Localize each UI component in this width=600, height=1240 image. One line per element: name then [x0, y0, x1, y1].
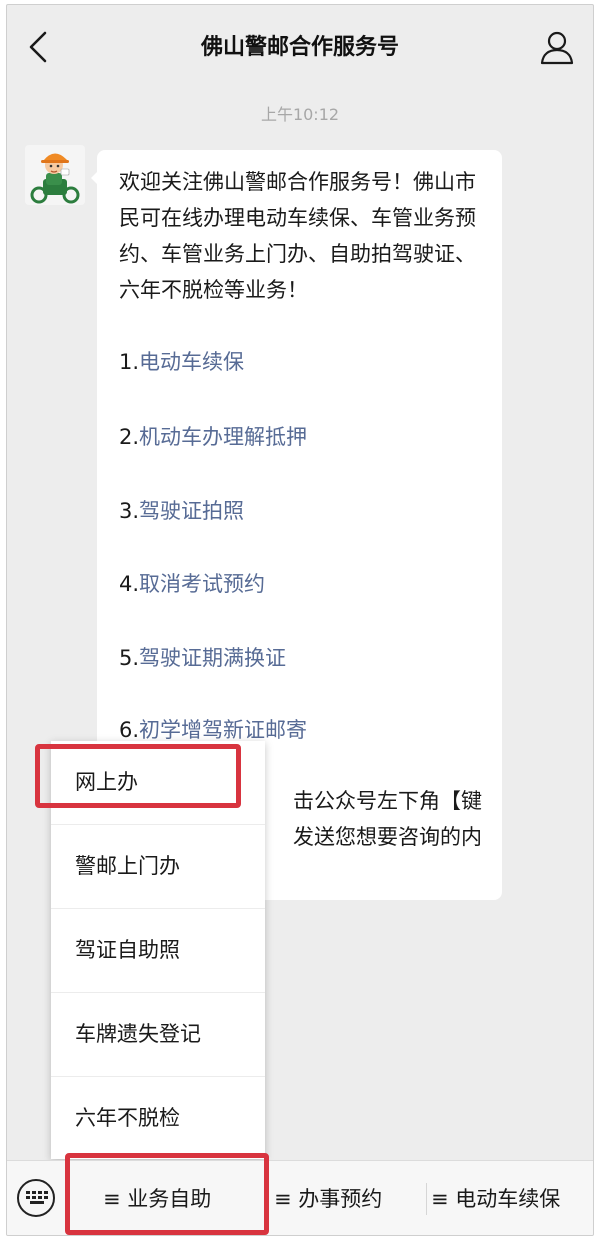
menu-item-label: 网上办: [75, 770, 138, 794]
link-item-3[interactable]: 3.驾驶证拍照: [119, 496, 244, 526]
top-bar: 佛山警邮合作服务号: [7, 5, 593, 89]
menu-item-label: 驾证自助照: [75, 938, 180, 962]
link-number: 5.: [119, 646, 140, 670]
person-icon: [540, 31, 574, 65]
menu-item-license-photo[interactable]: 驾证自助照: [51, 908, 265, 992]
link-number: 1.: [119, 350, 140, 374]
menu-divider: [67, 1183, 68, 1215]
link-number: 4.: [119, 572, 140, 596]
link-item-5[interactable]: 5.驾驶证期满换证: [119, 643, 286, 673]
link-item-2[interactable]: 2.机动车办理解抵押: [119, 422, 307, 452]
menu-item-home-service[interactable]: 警邮上门办: [51, 824, 265, 908]
link-item-1[interactable]: 1.电动车续保: [119, 347, 244, 377]
profile-button[interactable]: [537, 27, 577, 67]
account-avatar[interactable]: [25, 145, 85, 205]
welcome-text: 欢迎关注佛山警邮合作服务号！佛山市民可在线办理电动车续保、车管业务预约、车管业务…: [119, 170, 476, 302]
menu-tab-label: ≡ 电动车续保: [431, 1187, 561, 1211]
link-renew-license[interactable]: 驾驶证期满换证: [139, 646, 286, 670]
menu-tab-label: ≡ 业务自助: [103, 1187, 212, 1211]
page-title: 佛山警邮合作服务号: [200, 35, 399, 60]
link-release-vehicle-mortgage[interactable]: 机动车办理解抵押: [139, 425, 307, 449]
keyboard-toggle-button[interactable]: [17, 1179, 55, 1217]
link-license-photo[interactable]: 驾驶证拍照: [139, 499, 244, 523]
menu-item-label: 车牌遗失登记: [75, 1022, 201, 1046]
menu-item-online[interactable]: 网上办: [51, 741, 265, 824]
menu-tab-appointment[interactable]: ≡ 办事预约: [266, 1161, 426, 1235]
message-timestamp: 上午10:12: [260, 105, 340, 124]
menu-tab-self-service[interactable]: ≡ 业务自助: [69, 1161, 265, 1235]
postman-mascot-icon: [25, 145, 85, 205]
link-number: 3.: [119, 499, 140, 523]
menu-item-six-year-exempt[interactable]: 六年不脱检: [51, 1076, 265, 1160]
menu-item-lost-plate[interactable]: 车牌遗失登记: [51, 992, 265, 1076]
link-new-license-mail[interactable]: 初学增驾新证邮寄: [139, 718, 307, 742]
link-renew-ebike-insurance[interactable]: 电动车续保: [139, 350, 244, 374]
submenu-popup: 网上办 警邮上门办 驾证自助照 车牌遗失登记 六年不脱检: [51, 741, 265, 1159]
link-number: 6.: [119, 718, 140, 742]
link-item-4[interactable]: 4.取消考试预约: [119, 569, 265, 599]
menu-tab-ebike-insurance[interactable]: ≡ 电动车续保: [427, 1161, 593, 1235]
menu-tab-label: ≡ 办事预约: [274, 1187, 383, 1211]
bottom-menu-bar: ≡ 业务自助 ≡ 办事预约 ≡ 电动车续保: [7, 1160, 593, 1235]
link-number: 2.: [119, 425, 140, 449]
wechat-chat-screen: 佛山警邮合作服务号 上午10:12 欢迎关注佛山警邮合作服务号！佛山市民可在线办: [6, 4, 594, 1236]
keyboard-icon: [26, 1191, 48, 1205]
menu-item-label: 六年不脱检: [75, 1106, 180, 1130]
link-cancel-exam[interactable]: 取消考试预约: [139, 572, 265, 596]
menu-item-label: 警邮上门办: [75, 854, 180, 878]
